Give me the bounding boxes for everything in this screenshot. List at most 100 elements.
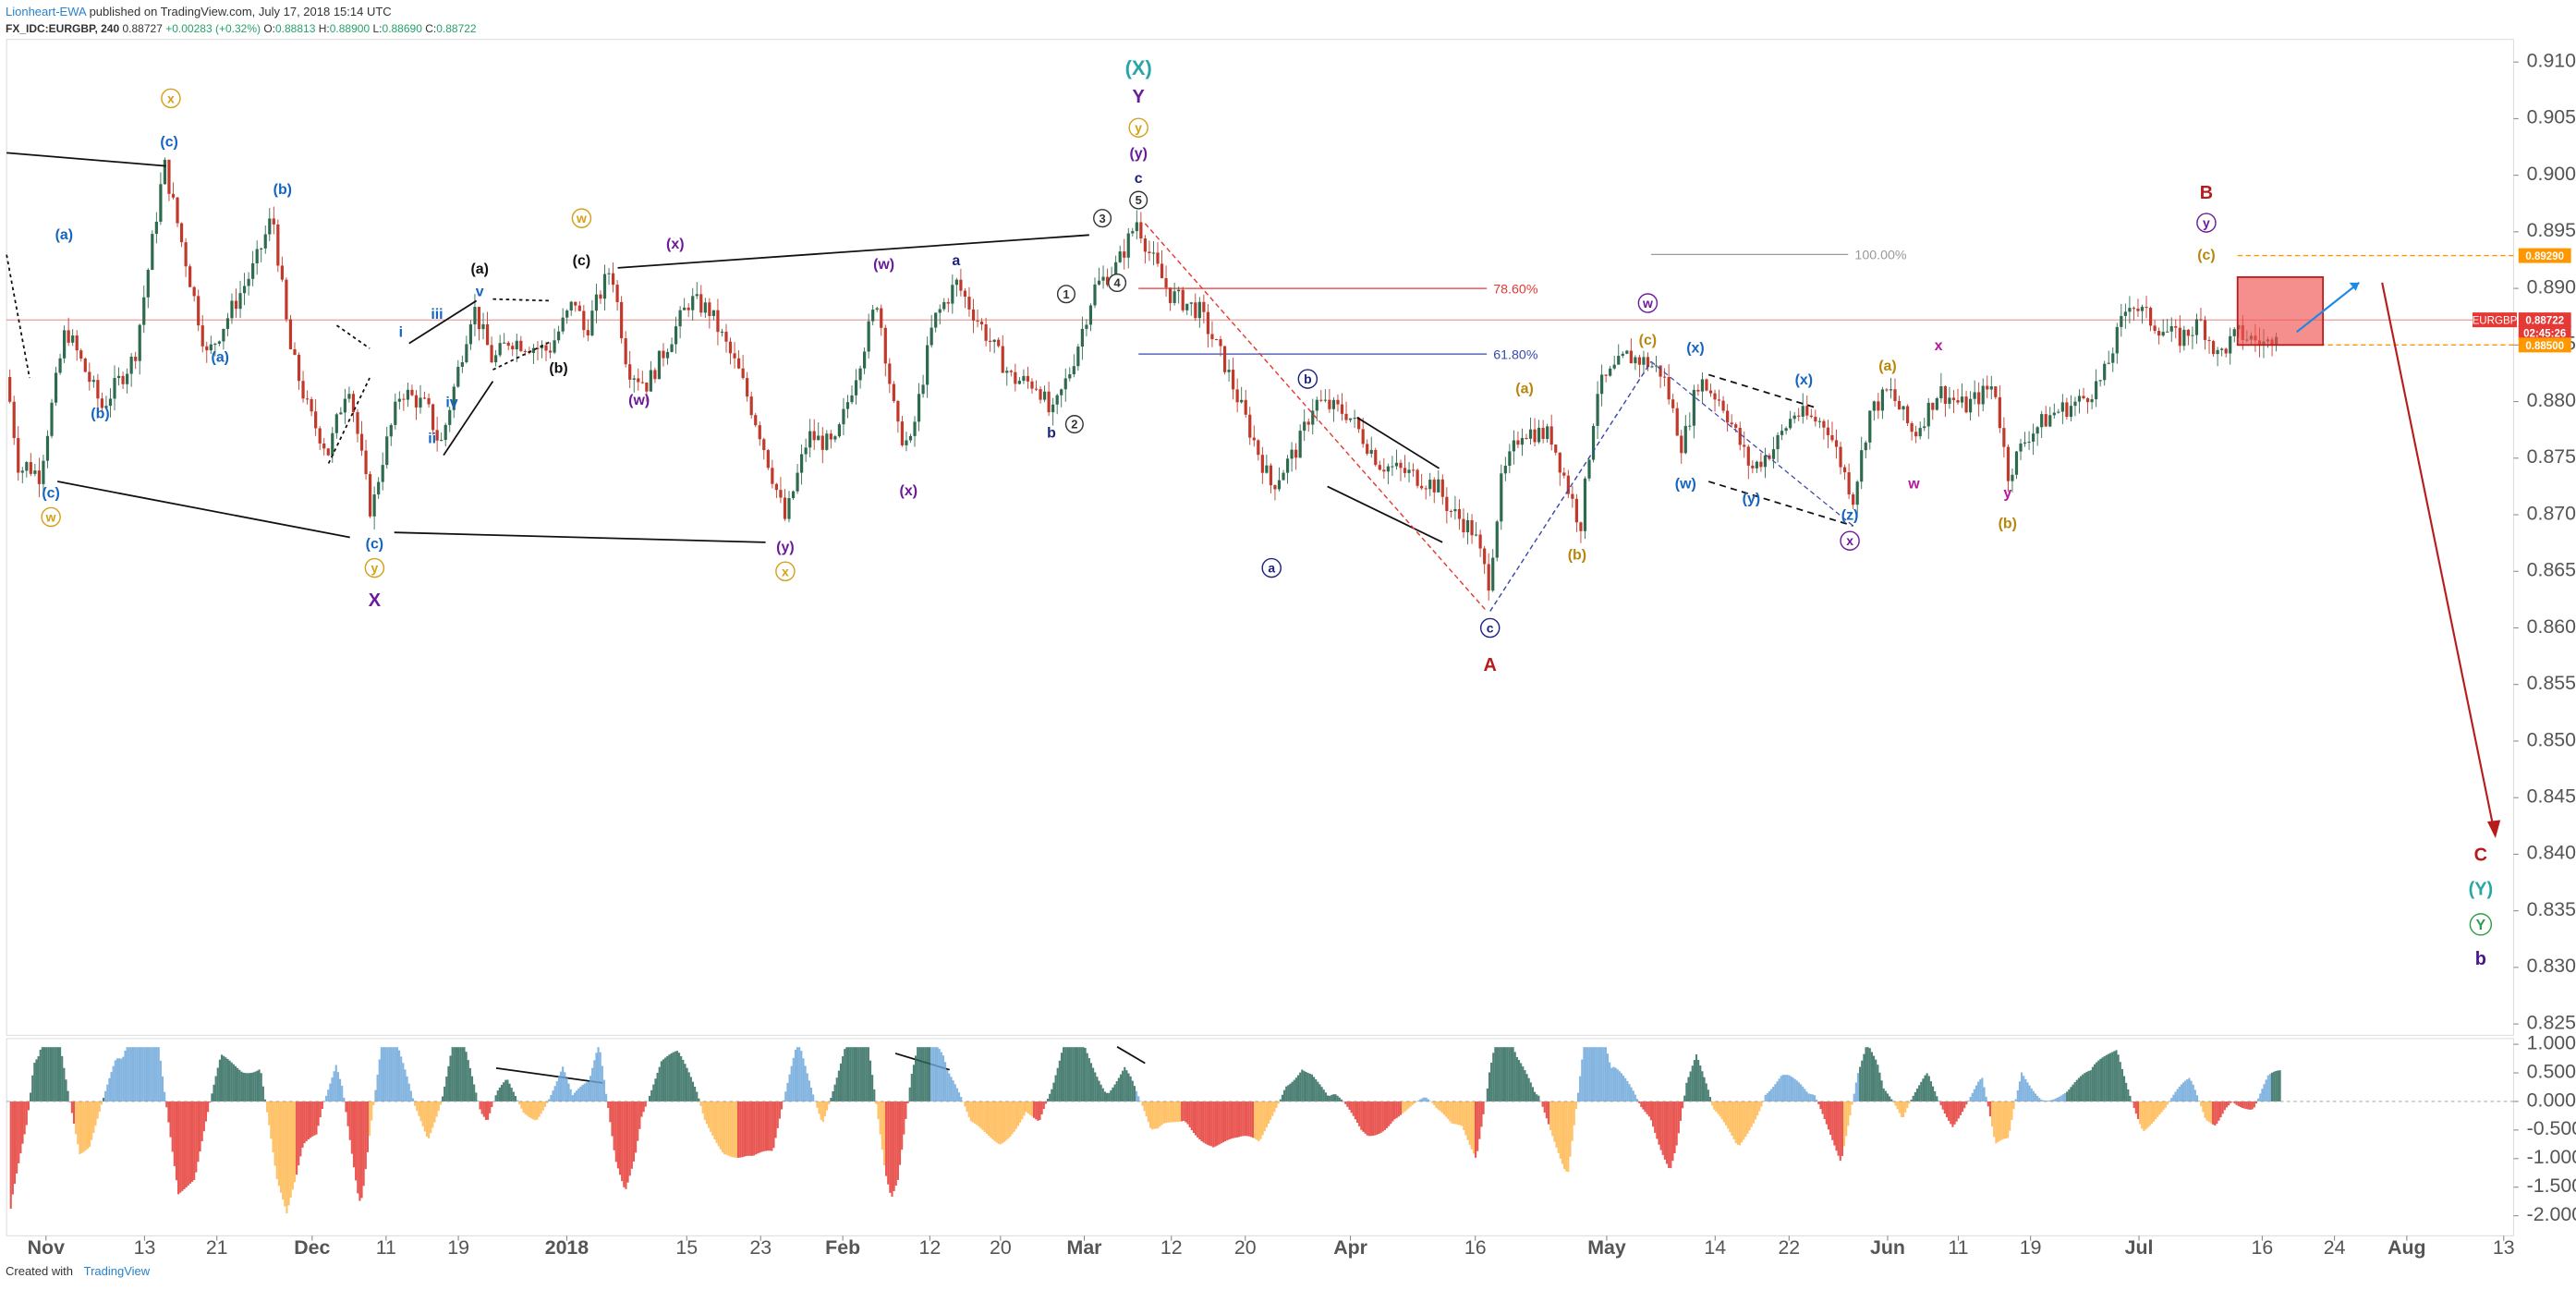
candle-body xyxy=(1541,427,1545,440)
osc-bar xyxy=(1687,1077,1690,1101)
osc-bar xyxy=(2113,1051,2116,1101)
candle-body xyxy=(171,193,176,198)
osc-bar xyxy=(1122,1070,1124,1101)
candle-body xyxy=(1880,389,1884,411)
osc-bar xyxy=(138,1047,140,1101)
osc-bar xyxy=(2066,1091,2069,1101)
osc-bar xyxy=(1331,1094,1333,1101)
osc-bar xyxy=(1900,1101,1902,1117)
wave-label: (y) xyxy=(1743,491,1760,506)
osc-bar xyxy=(577,1088,580,1101)
candle-body xyxy=(406,389,410,400)
osc-bar xyxy=(1711,1101,1714,1106)
osc-bar xyxy=(31,1075,34,1101)
osc-bar xyxy=(946,1070,949,1101)
osc-bar xyxy=(141,1047,144,1101)
osc-bar xyxy=(1875,1059,1877,1101)
osc-bar xyxy=(1301,1069,1304,1101)
osc-bar xyxy=(2026,1082,2029,1101)
osc-bar xyxy=(832,1091,834,1101)
osc-bar xyxy=(1233,1101,1236,1138)
candle-body xyxy=(1072,366,1075,375)
osc-bar xyxy=(1027,1101,1029,1114)
osc-bar xyxy=(1965,1101,1968,1105)
osc-bar xyxy=(613,1101,615,1150)
wave-label: w xyxy=(45,509,56,524)
osc-bar xyxy=(2018,1081,2022,1101)
osc-bar xyxy=(1366,1101,1368,1136)
osc-bar xyxy=(540,1101,542,1114)
candle-body xyxy=(946,301,950,304)
osc-bar xyxy=(9,1101,12,1210)
osc-bar xyxy=(1699,1065,1702,1101)
candle-body xyxy=(2115,326,2119,354)
osc-bar xyxy=(49,1047,52,1101)
osc-bar xyxy=(284,1101,286,1207)
osc-bar xyxy=(2261,1089,2264,1101)
osc-bar xyxy=(1772,1086,1775,1101)
osc-bar xyxy=(2176,1089,2179,1101)
osc-bar xyxy=(1774,1084,1777,1101)
osc-bar xyxy=(611,1101,614,1137)
osc-bar xyxy=(2202,1101,2205,1113)
candle-body xyxy=(519,340,523,351)
osc-bar xyxy=(536,1101,539,1120)
osc-bar xyxy=(1124,1066,1126,1101)
osc-bar xyxy=(157,1047,160,1101)
osc-bar xyxy=(1819,1101,1822,1110)
osc-bar xyxy=(2155,1101,2157,1120)
x-tick-label: 20 xyxy=(990,1236,1012,1259)
osc-bar xyxy=(666,1055,669,1101)
candle-body xyxy=(1222,346,1227,372)
candle-body xyxy=(1131,231,1135,234)
candle-body xyxy=(796,472,799,492)
tradingview-logo-link[interactable]: TradingView xyxy=(84,1264,151,1278)
candle-body xyxy=(197,296,200,326)
candle-body xyxy=(1935,398,1938,410)
osc-bar xyxy=(1296,1075,1300,1101)
osc-bar xyxy=(1634,1094,1636,1101)
osc-bar xyxy=(891,1101,893,1197)
candle-body xyxy=(628,364,632,380)
osc-bar xyxy=(2080,1076,2083,1101)
candle-body xyxy=(1520,437,1525,445)
candle-body xyxy=(1005,371,1009,373)
osc-bar xyxy=(664,1057,667,1101)
candle-body xyxy=(1989,386,1993,390)
x-tick-label: 2018 xyxy=(545,1236,589,1259)
osc-bar xyxy=(1486,1088,1488,1101)
x-tick-label: 16 xyxy=(1464,1236,1487,1259)
osc-bar xyxy=(812,1094,815,1101)
osc-bar xyxy=(1576,1092,1580,1101)
osc-bar xyxy=(2060,1095,2062,1101)
osc-bar xyxy=(2073,1082,2076,1101)
wave-label: a xyxy=(952,253,960,269)
osc-bar xyxy=(1454,1101,1457,1125)
price-chart[interactable]: 0.910000.905000.900000.895000.890000.885… xyxy=(0,0,2576,1290)
osc-bar xyxy=(1480,1101,1483,1127)
osc-bar xyxy=(670,1053,673,1101)
candle-body xyxy=(2006,446,2011,481)
osc-bar xyxy=(1842,1101,1846,1147)
osc-bar xyxy=(378,1059,381,1101)
osc-bar xyxy=(19,1101,22,1154)
osc-bar xyxy=(25,1101,28,1126)
wave-label: (c) xyxy=(2197,248,2215,263)
x-tick-label: 19 xyxy=(2020,1236,2042,1259)
osc-bar xyxy=(1691,1065,1694,1101)
osc-bar xyxy=(1522,1066,1525,1101)
osc-bar xyxy=(898,1101,902,1165)
candle-body xyxy=(1734,424,1738,428)
candle-body xyxy=(1634,357,1637,364)
candle-body xyxy=(1416,469,1419,486)
osc-bar xyxy=(1632,1090,1634,1101)
osc-bar xyxy=(2150,1101,2153,1125)
wave-label: (x) xyxy=(666,237,684,252)
osc-bar xyxy=(374,1089,377,1101)
x-tick-label: Jun xyxy=(1870,1236,1905,1259)
osc-bar xyxy=(467,1060,469,1101)
osc-bar xyxy=(796,1047,799,1101)
osc-bar xyxy=(1701,1071,1704,1101)
osc-bar xyxy=(45,1047,48,1101)
osc-bar xyxy=(2115,1050,2118,1101)
